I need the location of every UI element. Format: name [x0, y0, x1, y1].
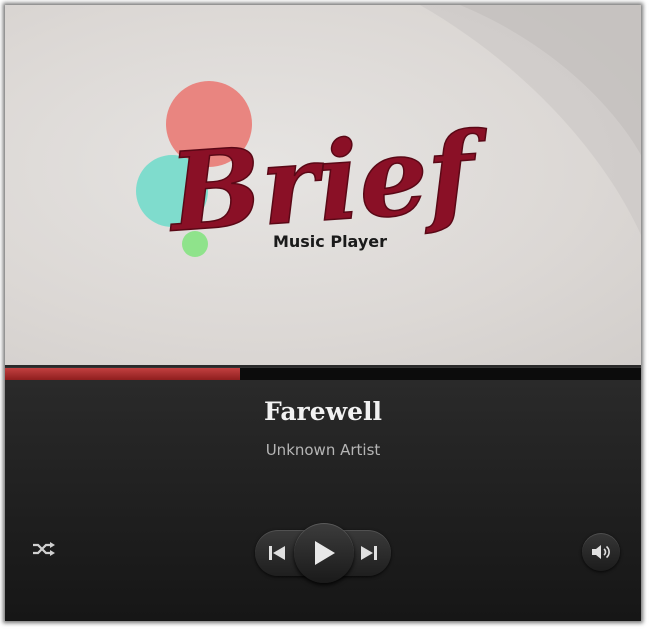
control-panel: Farewell Unknown Artist: [5, 380, 641, 621]
seek-bar[interactable]: [5, 367, 641, 381]
seek-bar-progress: [5, 368, 241, 380]
album-art: Brief Music Player: [5, 5, 641, 367]
volume-button[interactable]: [582, 533, 620, 571]
shuffle-icon: [33, 542, 55, 556]
track-title: Farewell: [263, 397, 383, 426]
next-button[interactable]: [355, 540, 383, 566]
shuffle-button[interactable]: [29, 539, 59, 559]
previous-button[interactable]: [263, 540, 291, 566]
brief-logo: Brief Music Player: [136, 5, 641, 257]
volume-icon: [592, 545, 610, 559]
skip-previous-icon: [269, 546, 285, 560]
play-icon: [315, 541, 335, 565]
play-button[interactable]: [294, 523, 354, 583]
skip-next-icon: [361, 546, 377, 560]
player-window: Brief Music Player Farewell Unknown Arti…: [5, 5, 641, 621]
logo-subtitle: Music Player: [273, 232, 387, 251]
track-artist: Unknown Artist: [265, 441, 381, 459]
